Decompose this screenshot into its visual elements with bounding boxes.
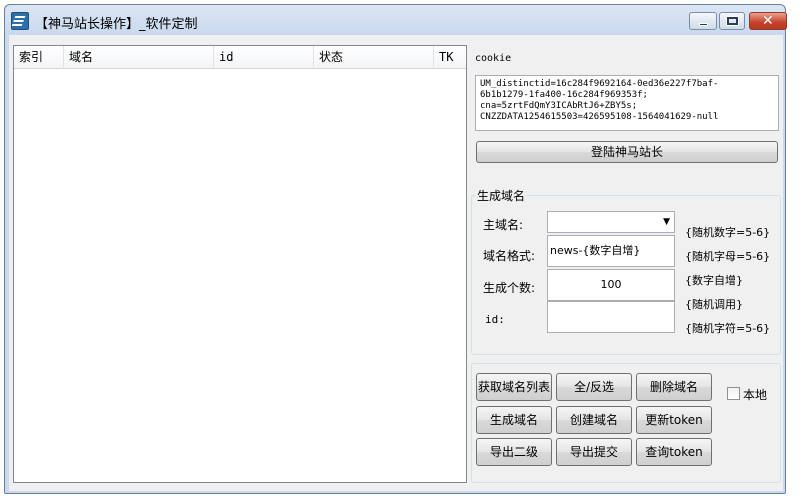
column-header-index[interactable]: 索引 bbox=[14, 46, 64, 69]
count-input[interactable]: 100 bbox=[547, 269, 675, 301]
cookie-line: cna=5zrtFdQmY3ICAbRtJ6+ZBY5s; bbox=[480, 101, 638, 111]
list-header: 索引 域名 id 状态 TK bbox=[14, 46, 466, 69]
login-button[interactable]: 登陆神马站长 bbox=[476, 141, 778, 163]
hint-auto-increment: {数字自增} bbox=[685, 274, 743, 287]
chevron-down-icon[interactable]: ▼ bbox=[663, 212, 670, 232]
id-label: id: bbox=[485, 313, 505, 326]
id-input[interactable] bbox=[547, 301, 675, 333]
main-window: 【神马站长操作】_软件定制 ✕ 索引 域名 id 状态 TK cookie UM… bbox=[4, 4, 787, 494]
cookie-line: 6b1b1279-1fa400-16c284f969353f; bbox=[480, 90, 648, 100]
column-header-domain[interactable]: 域名 bbox=[64, 46, 214, 69]
export-second-level-button[interactable]: 导出二级 bbox=[476, 438, 552, 466]
get-domain-list-button[interactable]: 获取域名列表 bbox=[476, 373, 552, 401]
window-title: 【神马站长操作】_软件定制 bbox=[35, 17, 198, 32]
query-token-button[interactable]: 查询token bbox=[636, 438, 712, 466]
export-submit-button[interactable]: 导出提交 bbox=[556, 438, 632, 466]
hint-random-chars: {随机字符=5-6} bbox=[685, 322, 771, 335]
delete-domain-button[interactable]: 删除域名 bbox=[636, 373, 712, 401]
main-domain-label: 主域名: bbox=[483, 218, 524, 232]
count-label: 生成个数: bbox=[483, 281, 536, 295]
create-domain-button[interactable]: 创建域名 bbox=[556, 406, 632, 434]
generate-domain-button[interactable]: 生成域名 bbox=[476, 406, 552, 434]
cookie-label: cookie bbox=[475, 53, 512, 64]
title-bar[interactable]: 【神马站长操作】_软件定制 ✕ bbox=[5, 5, 787, 35]
hint-random-call: {随机调用} bbox=[685, 298, 743, 311]
select-all-button[interactable]: 全/反选 bbox=[556, 373, 632, 401]
column-header-tk[interactable]: TK bbox=[434, 46, 466, 69]
minimize-button[interactable] bbox=[689, 12, 717, 30]
domain-list[interactable]: 索引 域名 id 状态 TK bbox=[13, 45, 467, 483]
minimize-icon bbox=[699, 23, 708, 26]
cookie-textarea[interactable]: UM_distinctid=16c284f9692164-0ed36e227f7… bbox=[475, 75, 779, 131]
maximize-button[interactable] bbox=[719, 12, 745, 30]
client-area: 索引 域名 id 状态 TK cookie UM_distinctid=16c2… bbox=[9, 35, 783, 491]
cookie-line: UM_distinctid=16c284f9692164-0ed36e227f7… bbox=[480, 79, 719, 89]
close-button[interactable]: ✕ bbox=[749, 12, 787, 30]
format-input[interactable]: news-{数字自增} bbox=[547, 235, 675, 267]
column-header-status[interactable]: 状态 bbox=[314, 46, 434, 69]
app-icon bbox=[11, 12, 29, 30]
hint-random-digits: {随机数字=5-6} bbox=[685, 226, 771, 239]
maximize-icon bbox=[726, 16, 739, 26]
cookie-line: CNZZDATA1254615503=426595108-1564041629-… bbox=[480, 112, 719, 122]
hint-random-letters: {随机字母=5-6} bbox=[685, 250, 771, 263]
column-header-id[interactable]: id bbox=[214, 46, 314, 69]
update-token-button[interactable]: 更新token bbox=[636, 406, 712, 434]
format-label: 域名格式: bbox=[483, 249, 536, 263]
main-domain-select[interactable]: ▼ bbox=[547, 211, 675, 233]
close-icon: ✕ bbox=[762, 13, 774, 29]
local-checkbox[interactable] bbox=[727, 387, 740, 400]
generate-group-title: 生成域名 bbox=[475, 187, 528, 204]
local-checkbox-label[interactable]: 本地 bbox=[743, 386, 767, 403]
